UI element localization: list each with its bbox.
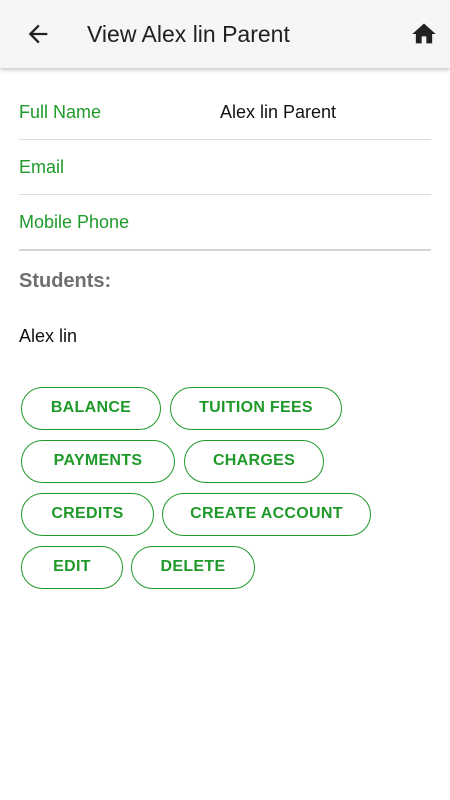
tuition-fees-button[interactable]: TUITION FEES <box>170 387 342 430</box>
mobile-phone-row: Mobile Phone <box>19 195 431 251</box>
payments-button[interactable]: PAYMENTS <box>21 440 175 483</box>
delete-button[interactable]: DELETE <box>131 546 255 589</box>
arrow-left-icon[interactable] <box>24 20 52 48</box>
full-name-value: Alex lin Parent <box>220 102 337 122</box>
edit-button[interactable]: EDIT <box>21 546 123 589</box>
charges-button[interactable]: CHARGES <box>184 440 324 483</box>
balance-button[interactable]: BALANCE <box>21 387 161 430</box>
home-icon[interactable] <box>410 20 438 48</box>
student-list-item: Alex lin <box>19 326 78 346</box>
full-name-label: Full Name <box>19 102 102 122</box>
page-title: View Alex lin Parent <box>87 21 290 47</box>
students-heading: Students: <box>19 270 112 292</box>
email-row: Email <box>19 140 431 195</box>
mobile-phone-label: Mobile Phone <box>19 212 130 232</box>
full-name-row: Full Name Alex lin Parent <box>19 85 431 140</box>
email-label: Email <box>19 157 65 177</box>
create-account-button[interactable]: CREATE ACCOUNT <box>162 493 371 536</box>
credits-button[interactable]: CREDITS <box>21 493 154 536</box>
app-bar: View Alex lin Parent <box>0 0 450 68</box>
